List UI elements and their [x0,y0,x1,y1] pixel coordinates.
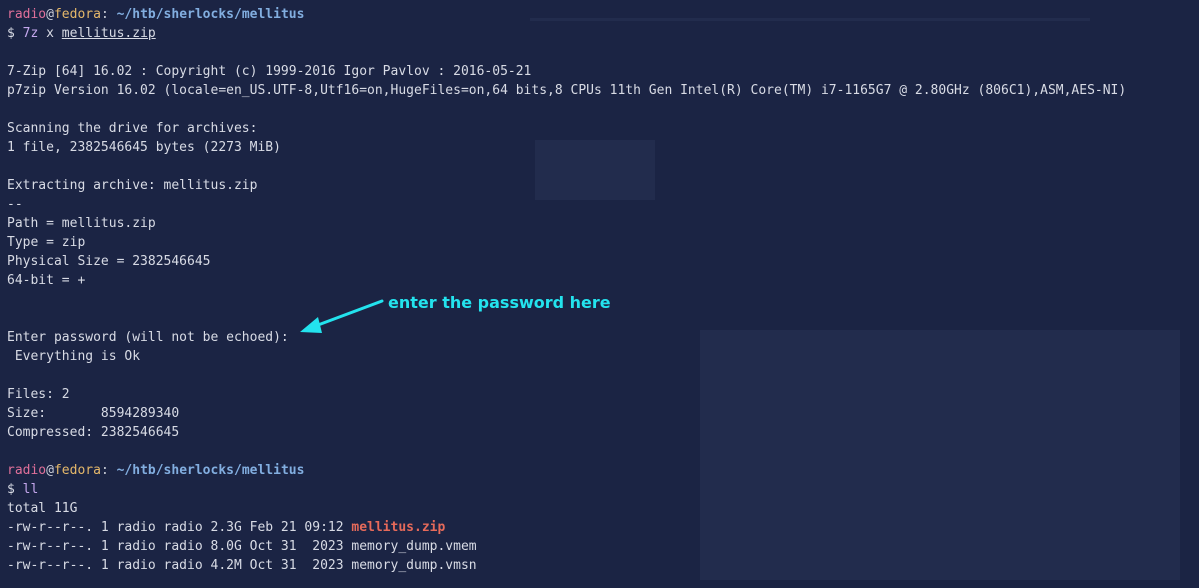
command-subcommand: x [38,26,62,41]
output-line: Path = mellitus.zip [7,216,156,231]
command-file-arg: mellitus.zip [61,26,156,41]
background-artifact [530,18,1090,21]
prompt-colon: : [100,7,109,22]
output-line: 64-bit = + [7,273,86,288]
output-line: Scanning the drive for archives: [7,121,258,136]
listing-row-meta: -rw-r--r--. 1 radio radio 8.0G Oct 31 20… [7,539,352,554]
prompt-host: fedora [53,7,101,22]
background-artifact [700,330,1180,580]
listing-row-filename: memory_dump.vmem [351,539,477,554]
prompt-colon: : [100,463,109,478]
annotation-arrow-icon [300,299,384,333]
background-artifact [535,140,655,200]
prompt-cwd: ~/htb/sherlocks/mellitus [108,7,305,22]
output-line: p7zip Version 16.02 (locale=en_US.UTF-8,… [7,83,1127,98]
output-line: Type = zip [7,235,86,250]
output-line: 7-Zip [64] 16.02 : Copyright (c) 1999-20… [7,64,532,79]
terminal-window[interactable]: radio@fedora: ~/htb/sherlocks/mellitus $… [0,0,1199,588]
listing-row-filename: memory_dump.vmsn [351,558,477,573]
prompt-user: radio [7,463,47,478]
prompt-user: radio [7,7,47,22]
prompt-dollar: $ [7,482,23,497]
prompt-dollar: $ [7,26,23,41]
output-line: Physical Size = 2382546645 [7,254,211,269]
prompt-host: fedora [53,463,101,478]
listing-row-meta: -rw-r--r--. 1 radio radio 4.2M Oct 31 20… [7,558,352,573]
listing-row-filename: mellitus.zip [351,520,446,535]
command-name: ll [22,482,39,497]
prompt-at: @ [46,463,54,478]
listing-row-meta: -rw-r--r--. 1 radio radio 2.3G Feb 21 09… [7,520,352,535]
command-name: 7z [22,26,39,41]
prompt-line: radio@fedora: ~/htb/sherlocks/mellitus [7,5,1199,24]
command-line: $ 7z x mellitus.zip [7,24,1199,43]
annotation-text: enter the password here [388,293,611,312]
prompt-cwd: ~/htb/sherlocks/mellitus [108,463,305,478]
prompt-at: @ [46,7,54,22]
